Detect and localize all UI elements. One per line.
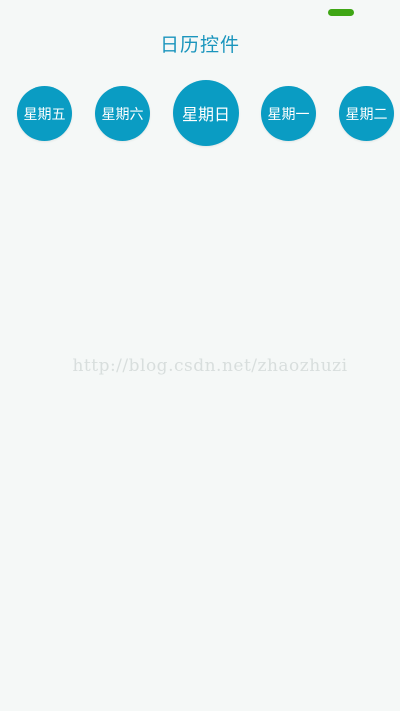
day-item-friday[interactable]: 星期五 [17,86,72,141]
content-area [0,160,400,711]
app-screen: 日历控件 星期五 星期六 星期日 星期一 星期二 http://blog.csd… [0,0,400,711]
day-selector: 星期五 星期六 星期日 星期一 星期二 [0,0,400,160]
day-item-sunday-selected[interactable]: 星期日 [173,80,239,146]
day-item-tuesday[interactable]: 星期二 [339,86,394,141]
watermark-text: http://blog.csdn.net/zhaozhuzi [72,356,348,376]
day-item-monday[interactable]: 星期一 [261,86,316,141]
day-item-saturday[interactable]: 星期六 [95,86,150,141]
